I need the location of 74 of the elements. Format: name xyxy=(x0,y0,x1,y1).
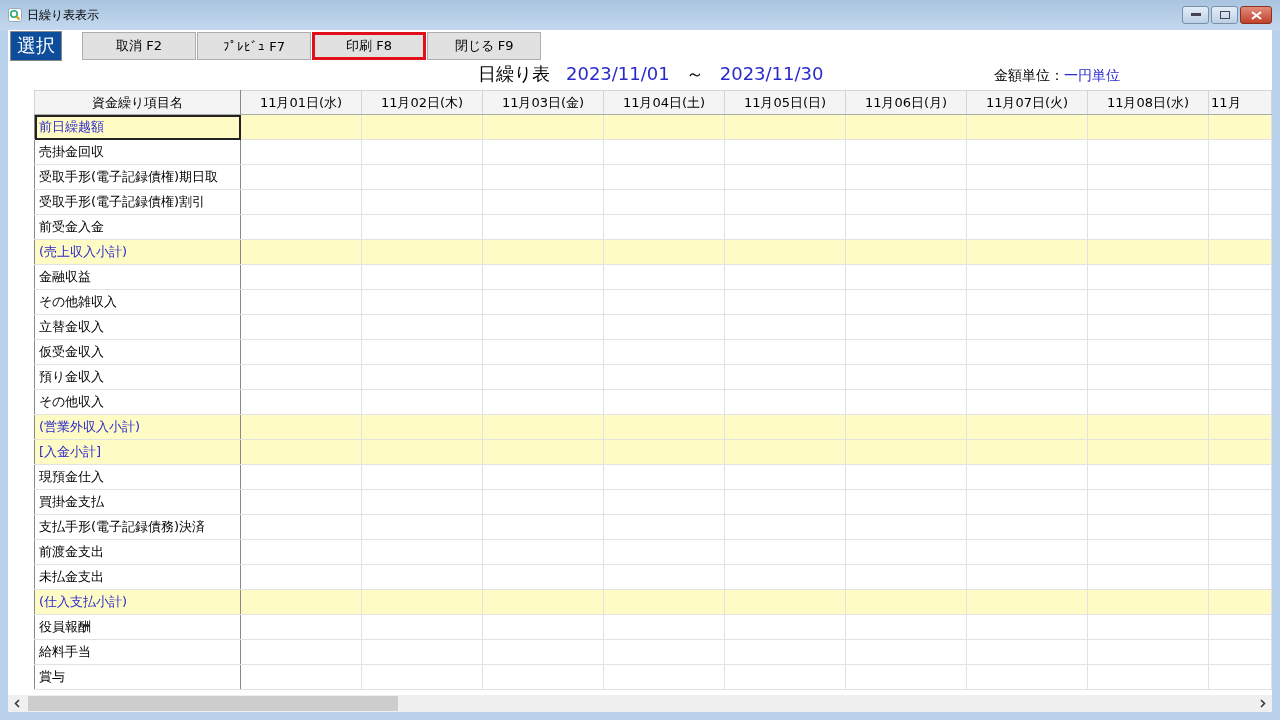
column-header: 11月07日(火) xyxy=(966,90,1088,115)
row-label[interactable]: (仕入支払小計) xyxy=(34,589,241,615)
row-label[interactable]: 支払手形(電子記録債務)決済 xyxy=(34,514,241,540)
row-label[interactable]: 仮受金収入 xyxy=(34,339,241,365)
table-cell xyxy=(1208,289,1272,315)
column-header: 11月01日(水) xyxy=(240,90,362,115)
column-header: 11月08日(水) xyxy=(1087,90,1209,115)
row-label[interactable]: 受取手形(電子記録債権)期日取 xyxy=(34,164,241,190)
minimize-button[interactable] xyxy=(1182,6,1209,24)
table-cell xyxy=(1208,389,1272,415)
column-header: 11月04日(土) xyxy=(603,90,725,115)
row-label[interactable]: (営業外収入小計) xyxy=(34,414,241,440)
row-label[interactable]: [入金小計] xyxy=(34,439,241,465)
table-cell xyxy=(1208,139,1272,165)
row-label[interactable]: (売上収入小計) xyxy=(34,239,241,265)
toolbar-button[interactable]: 取消 F2 xyxy=(82,32,196,60)
table-cell xyxy=(1208,489,1272,515)
maximize-button[interactable] xyxy=(1211,6,1238,24)
row-label[interactable]: 買掛金支払 xyxy=(34,489,241,515)
table-cell xyxy=(1208,514,1272,540)
table-cell xyxy=(1208,314,1272,340)
table-cell xyxy=(1208,339,1272,365)
end-date: 2023/11/30 xyxy=(719,63,824,84)
magnifier-icon xyxy=(8,8,22,22)
row-label[interactable]: 受取手形(電子記録債権)割引 xyxy=(34,189,241,215)
table-cell xyxy=(1208,264,1272,290)
table-cell xyxy=(1208,189,1272,215)
column-header: 11月 xyxy=(1208,90,1272,115)
row-label[interactable]: 未払金支出 xyxy=(34,564,241,590)
maximize-icon xyxy=(1219,11,1230,19)
table-cell xyxy=(1208,214,1272,240)
table-cell xyxy=(1208,539,1272,565)
mode-label: 選択 xyxy=(10,31,62,61)
table-cell xyxy=(1208,614,1272,640)
table-cell xyxy=(1208,464,1272,490)
table-cell xyxy=(1208,164,1272,190)
row-label[interactable]: 現預金仕入 xyxy=(34,464,241,490)
unit-value: 一円単位 xyxy=(1063,67,1120,85)
row-label[interactable]: 給料手当 xyxy=(34,639,241,665)
column-header: 11月02日(木) xyxy=(361,90,483,115)
row-label[interactable]: 預り金収入 xyxy=(34,364,241,390)
row-label[interactable]: 金融収益 xyxy=(34,264,241,290)
column-header: 11月03日(金) xyxy=(482,90,604,115)
table-cell xyxy=(1208,564,1272,590)
row-label[interactable]: 前受金入金 xyxy=(34,214,241,240)
row-label[interactable]: 売掛金回収 xyxy=(34,139,241,165)
column-header: 11月05日(日) xyxy=(724,90,846,115)
column-header: 資金繰り項目名 xyxy=(34,90,241,115)
column-header: 11月06日(月) xyxy=(845,90,967,115)
table-cell xyxy=(1208,639,1272,665)
row-label[interactable]: 役員報酬 xyxy=(34,614,241,640)
toolbar-button[interactable]: ﾌﾟﾚﾋﾞｭ F7 xyxy=(197,32,311,60)
close-icon xyxy=(1250,10,1262,20)
row-label[interactable]: その他雑収入 xyxy=(34,289,241,315)
window-title: 日繰り表表示 xyxy=(27,6,99,24)
toolbar-button[interactable]: 印刷 F8 xyxy=(312,32,426,60)
scroll-right-icon[interactable] xyxy=(1260,699,1266,708)
scroll-left-icon[interactable] xyxy=(14,699,20,708)
row-label[interactable]: その他収入 xyxy=(34,389,241,415)
table-cell xyxy=(1208,664,1272,690)
range-separator: ～ xyxy=(685,62,704,86)
horizontal-scrollbar[interactable] xyxy=(8,695,1272,712)
close-button[interactable] xyxy=(1240,6,1272,24)
table-cell xyxy=(1208,364,1272,390)
report-title: 日繰り表 xyxy=(478,62,550,86)
start-date: 2023/11/01 xyxy=(566,63,670,84)
unit-label: 金額単位： xyxy=(993,67,1064,85)
row-label[interactable]: 賞与 xyxy=(34,664,241,690)
toolbar-button[interactable]: 閉じる F9 xyxy=(427,32,541,60)
minimize-icon xyxy=(1190,13,1201,17)
row-label[interactable]: 前日繰越額 xyxy=(34,114,241,140)
row-label[interactable]: 前渡金支出 xyxy=(34,539,241,565)
row-label[interactable]: 立替金収入 xyxy=(34,314,241,340)
scrollbar-thumb[interactable] xyxy=(28,696,398,711)
